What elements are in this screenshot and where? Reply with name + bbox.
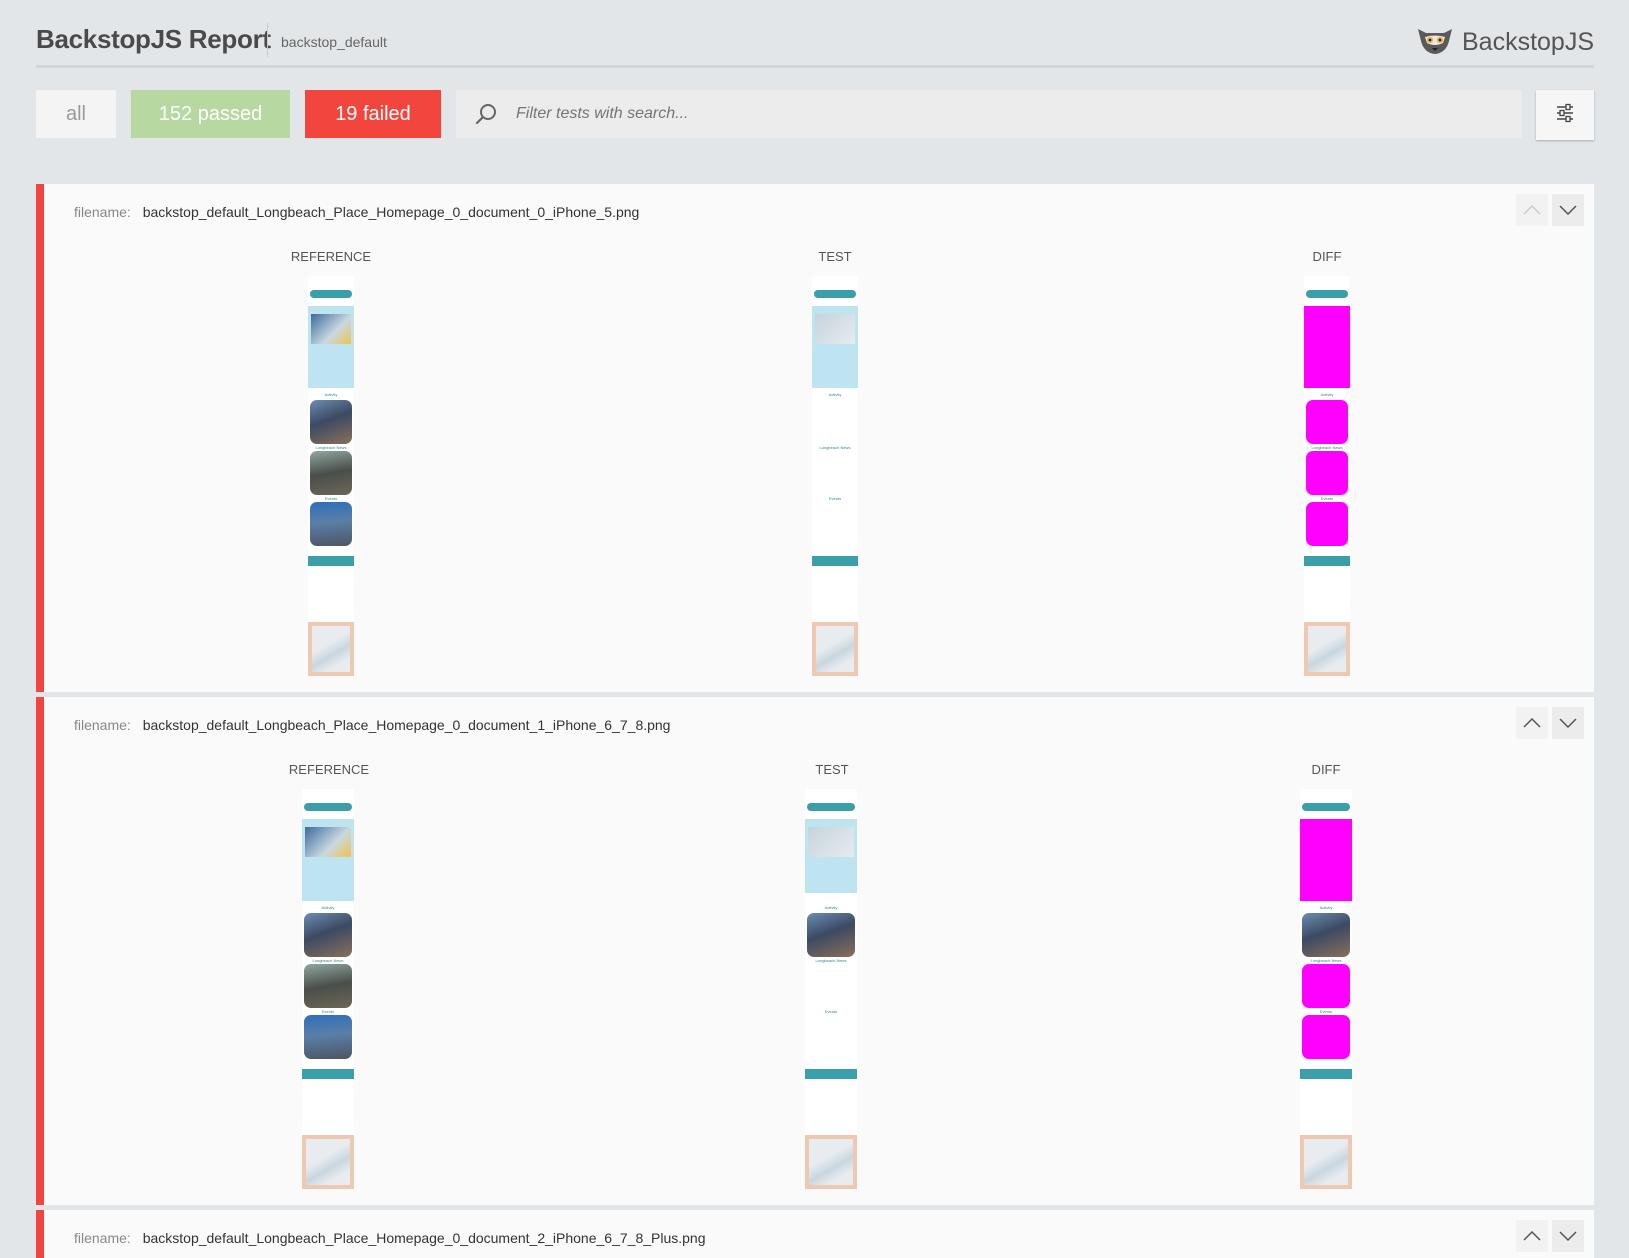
suite-name: backstop_default	[281, 34, 387, 50]
filter-passed-button[interactable]: 152 passed	[131, 90, 290, 138]
filename-row: filename: backstop_default_Longbeach_Pla…	[74, 1230, 706, 1246]
chevron-down-icon	[1559, 718, 1577, 728]
filename-row: filename: backstop_default_Longbeach_Pla…	[74, 204, 639, 220]
reference-label: REFERENCE	[290, 249, 372, 264]
chevron-up-icon	[1523, 1231, 1541, 1241]
lemur-logo-icon	[1416, 25, 1454, 60]
previous-test-button[interactable]	[1516, 1220, 1548, 1252]
diff-label: DIFF	[1311, 762, 1341, 777]
search-icon	[456, 102, 516, 126]
diff-image[interactable]: Activity Longbeach News Events	[1300, 789, 1352, 1189]
test-label: TEST	[818, 249, 852, 264]
chevron-up-icon	[1523, 718, 1541, 728]
page-title: BackstopJS Report	[36, 24, 271, 54]
test-card: filename: backstop_default_Longbeach_Pla…	[36, 697, 1594, 1205]
diff-image[interactable]: Activity Longbeach News Events	[1304, 276, 1350, 676]
next-test-button[interactable]	[1552, 194, 1584, 226]
previous-test-button[interactable]	[1516, 194, 1548, 226]
search-input[interactable]	[516, 105, 1416, 123]
previous-test-button[interactable]	[1516, 707, 1548, 739]
filter-failed-button[interactable]: 19 failed	[305, 90, 441, 138]
reference-image[interactable]: Activity Longbeach News Events	[308, 276, 354, 676]
diff-label: DIFF	[1312, 249, 1342, 264]
filter-all-button[interactable]: all	[36, 90, 116, 138]
sliders-icon	[1555, 103, 1575, 128]
test-image[interactable]: Activity Longbeach News Events	[805, 789, 857, 1189]
filename-label: filename:	[74, 1230, 131, 1246]
reference-label: REFERENCE	[288, 762, 370, 777]
filename-row: filename: backstop_default_Longbeach_Pla…	[74, 717, 670, 733]
filename-value: backstop_default_Longbeach_Place_Homepag…	[142, 204, 640, 220]
test-card: filename: backstop_default_Longbeach_Pla…	[36, 1210, 1594, 1258]
next-test-button[interactable]	[1552, 1220, 1584, 1252]
chevron-up-icon	[1523, 205, 1541, 215]
test-label: TEST	[815, 762, 849, 777]
filename-value: backstop_default_Longbeach_Place_Homepag…	[142, 717, 671, 733]
chevron-down-icon	[1559, 205, 1577, 215]
filter-toolbar: all 152 passed 19 failed	[36, 90, 1594, 140]
filename-label: filename:	[74, 717, 131, 733]
reference-image[interactable]: Activity Longbeach News Events	[302, 789, 354, 1189]
header-divider	[267, 23, 268, 57]
next-test-button[interactable]	[1552, 707, 1584, 739]
search-bar	[456, 90, 1522, 138]
brand-name: BackstopJS	[1461, 27, 1594, 56]
report-header: BackstopJS Report backstop_default Backs…	[36, 20, 1594, 68]
settings-button[interactable]	[1536, 90, 1594, 140]
filename-value: backstop_default_Longbeach_Place_Homepag…	[142, 1230, 706, 1246]
test-image[interactable]: Activity Longbeach News Events	[812, 276, 858, 676]
chevron-down-icon	[1559, 1231, 1577, 1241]
test-card: filename: backstop_default_Longbeach_Pla…	[36, 184, 1594, 692]
brand[interactable]: BackstopJS	[1416, 24, 1594, 60]
filename-label: filename:	[74, 204, 131, 220]
